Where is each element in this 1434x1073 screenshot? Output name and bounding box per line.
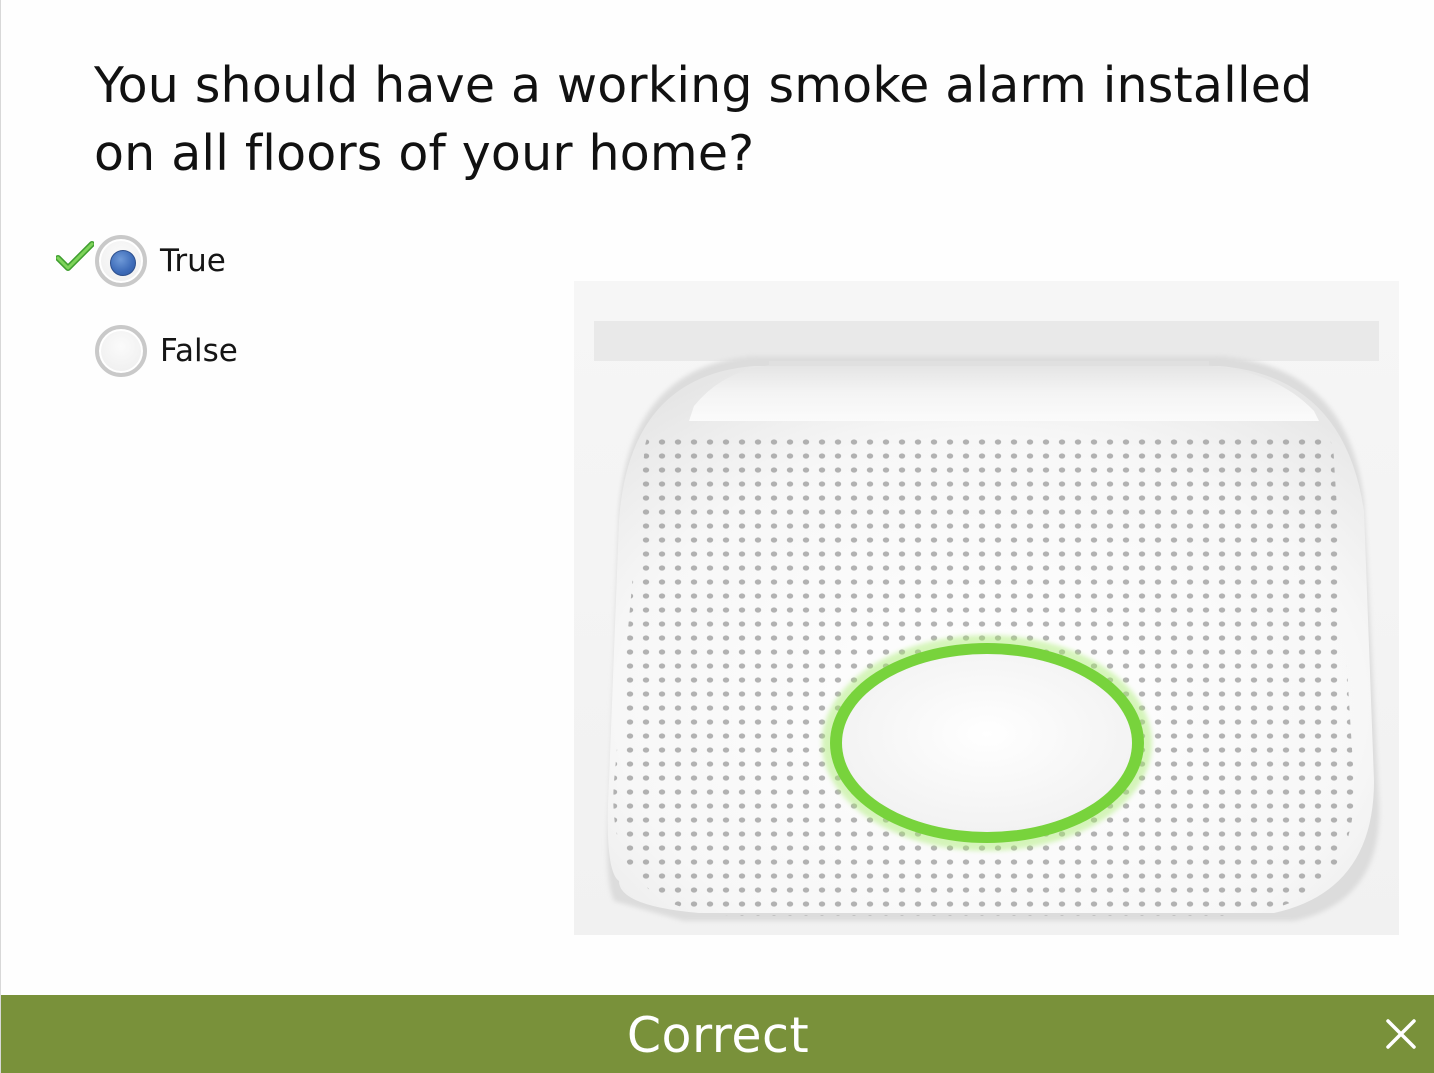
smoke-alarm-illustration <box>574 281 1399 935</box>
question-text: You should have a working smoke alarm in… <box>94 57 1313 182</box>
radio-selected-dot <box>110 250 136 276</box>
quiz-slide: You should have a working smoke alarm in… <box>0 0 1434 1073</box>
choice-true[interactable]: True <box>95 235 226 287</box>
smoke-alarm-photo <box>574 281 1399 935</box>
check-icon <box>56 241 94 271</box>
choice-false[interactable]: False <box>95 325 238 377</box>
choice-true-label: True <box>160 243 226 279</box>
choice-false-label: False <box>160 333 238 369</box>
radio-true[interactable] <box>95 235 147 287</box>
close-icon[interactable] <box>1381 1014 1421 1054</box>
radio-false[interactable] <box>95 325 147 377</box>
feedback-label: Correct <box>626 1007 810 1064</box>
